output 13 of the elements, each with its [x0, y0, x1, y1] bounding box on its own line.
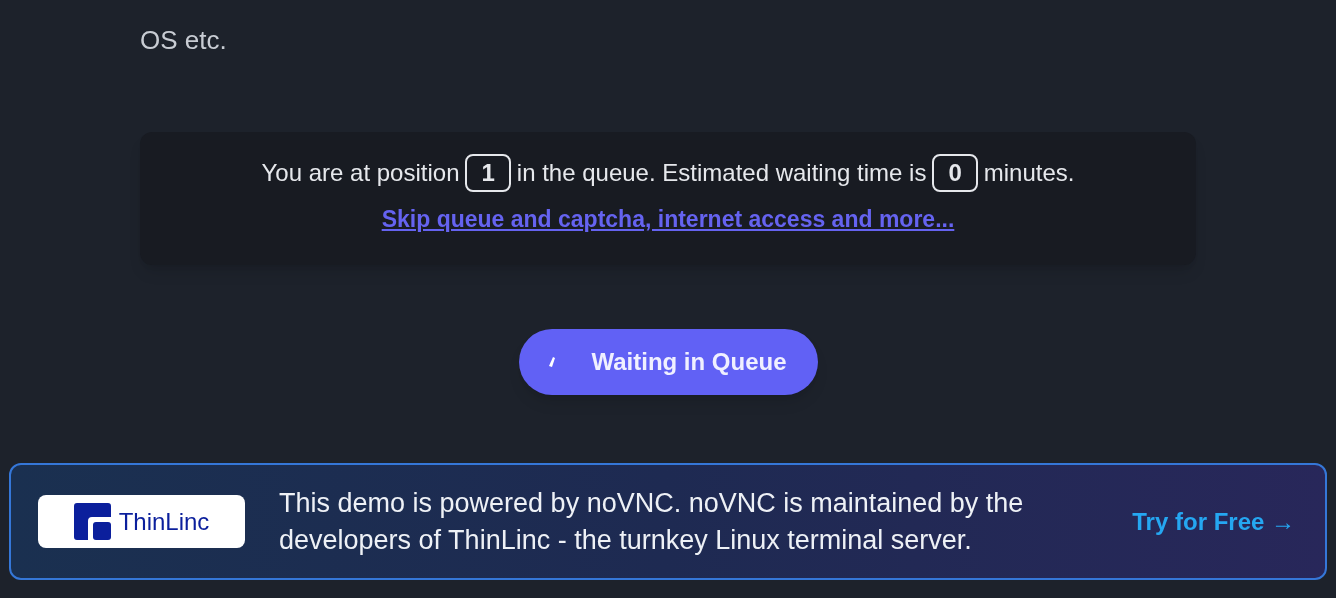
- queue-text: You are at position: [261, 158, 460, 188]
- logo-text: ThinLinc: [118, 506, 210, 537]
- queue-text: minutes.: [983, 158, 1075, 188]
- minutes-value: 0: [932, 154, 978, 192]
- logo-icon: [73, 503, 111, 540]
- description-text: OS etc.: [140, 24, 228, 57]
- position-value: 1: [465, 154, 511, 192]
- skip-queue-link[interactable]: Skip queue and captcha, internet access and more...: [381, 202, 955, 237]
- banner-message: This demo is powered by noVNC. noVNC is maintained by the developers of ThinLinc - the turnkey Linux terminal server.: [279, 486, 1025, 557]
- waiting-button[interactable]: Waiting in Queue: [518, 329, 818, 395]
- try-for-free-link[interactable]: Try for Free →: [1132, 503, 1295, 540]
- queue-text: in the queue. Estimated waiting time is: [516, 158, 927, 188]
- spinner-icon: [549, 357, 556, 367]
